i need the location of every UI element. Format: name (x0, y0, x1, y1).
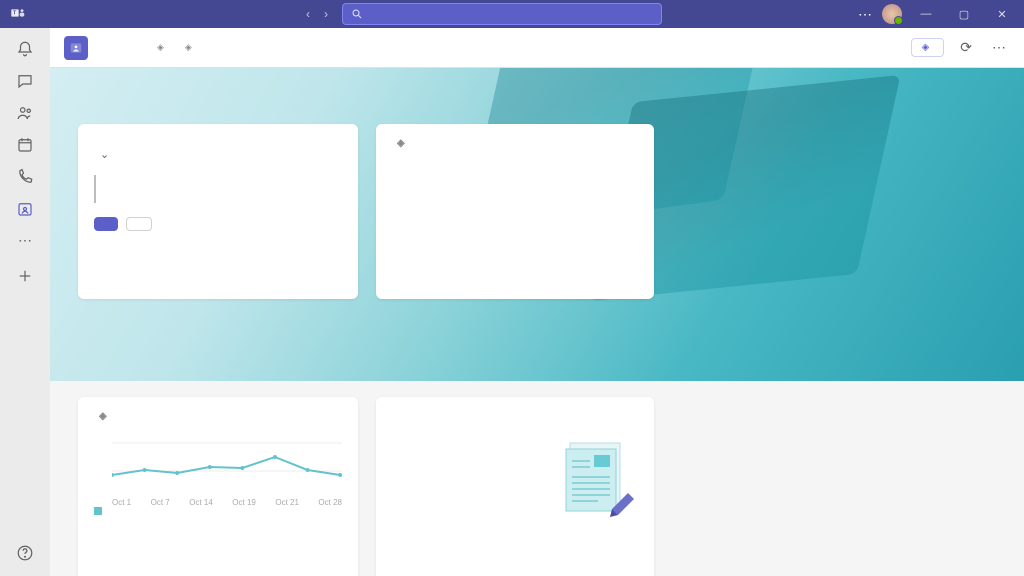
app-rail: ⋯ (0, 28, 50, 576)
premium-diamond-icon: ◈ (397, 138, 405, 149)
nav-forward-icon[interactable]: › (320, 5, 332, 23)
manage-card (376, 397, 654, 576)
premium-diamond-icon: ◈ (185, 42, 192, 53)
window-close-icon[interactable]: ✕ (988, 8, 1016, 21)
chevron-down-icon: ⌄ (100, 148, 109, 161)
pinned-calendar-selector[interactable]: ⌄ (94, 148, 342, 161)
analytics-chart: Oct 1Oct 7Oct 14Oct 19Oct 21Oct 28 (94, 437, 342, 507)
analytics-card: ◈ (78, 397, 358, 576)
rail-activity[interactable] (0, 34, 50, 66)
rail-calls[interactable] (0, 162, 50, 194)
create-calendar-button[interactable] (126, 217, 152, 231)
window-minimize-icon[interactable]: — (912, 8, 940, 20)
refresh-icon[interactable]: ⟳ (956, 37, 976, 58)
premium-button[interactable]: ◈ (911, 38, 945, 57)
hero-greeting (78, 68, 996, 124)
premium-diamond-icon: ◈ (922, 42, 930, 53)
rail-teams[interactable] (0, 98, 50, 130)
premium-diamond-icon: ◈ (157, 42, 164, 53)
app-header: ◈ ◈ ◈ ⟳ ⋯ (50, 28, 1024, 68)
connect-calendar-button[interactable] (94, 217, 118, 231)
user-avatar[interactable] (882, 4, 902, 24)
header-more-icon[interactable]: ⋯ (988, 37, 1010, 58)
premium-diamond-icon: ◈ (99, 411, 107, 422)
rail-calendar[interactable] (0, 130, 50, 162)
titlebar-more-icon[interactable]: ⋯ (858, 6, 872, 23)
window-maximize-icon[interactable]: ▢ (950, 8, 978, 21)
bookings-schedule-card: ⌄ (78, 124, 358, 299)
rail-more-icon[interactable]: ⋯ (18, 226, 32, 255)
queue-card: ◈ (376, 124, 654, 299)
nav-back-icon[interactable]: ‹ (302, 5, 314, 23)
rail-virtual-appointments[interactable] (0, 194, 50, 226)
tab-queue[interactable]: ◈ (154, 32, 164, 63)
titlebar: T ‹ › ⋯ — ▢ ✕ (0, 0, 1024, 28)
rail-help[interactable] (0, 538, 50, 570)
chart-legend (94, 507, 342, 515)
search-input[interactable] (342, 3, 662, 25)
document-illustration (564, 439, 636, 528)
rail-chat[interactable] (0, 66, 50, 98)
teams-logo-icon: T (8, 4, 28, 24)
tab-analytics[interactable]: ◈ (182, 32, 192, 63)
virtual-appointments-icon (64, 36, 88, 60)
rail-apps[interactable] (0, 261, 50, 293)
hero-banner: ⌄ (50, 68, 1024, 381)
